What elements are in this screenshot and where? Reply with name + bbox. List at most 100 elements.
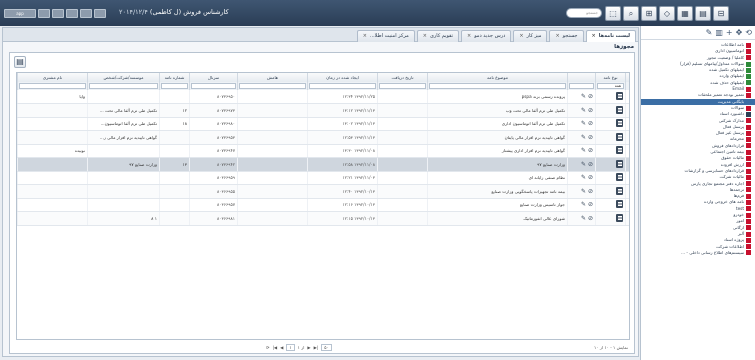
column-header[interactable]: تاریخ دریافت [377,73,428,82]
search-input[interactable]: جستجو [566,8,602,18]
refresh-icon[interactable]: ⟲ [745,28,752,37]
attachment-icon[interactable]: ⊘ ✎ [581,201,593,208]
received-date-cell [377,157,428,172]
filter-input[interactable] [309,83,376,89]
column-header[interactable] [567,73,596,82]
organization-cell: تکمیل طی ترم آلفا اتوماسیون... [87,117,160,131]
column-header[interactable]: شماره نامه [159,73,190,82]
table-row[interactable]: ۹ ⊘ ✎ جواز تاسیس وزارت صنایع ۱۳۹۲/۱۰/۱۳ ۱۲:… [17,198,629,212]
table-row[interactable]: ۸ ⊘ ✎ بیمه نامه تجهیزات پاسخگویی وزارت صنا… [17,184,629,199]
folder-item[interactable]: سیستم‌های اطلاع رسانی داخلی - ... [641,250,755,256]
grid-icon[interactable]: ⊞ [641,6,657,21]
close-icon[interactable]: × [592,31,596,42]
subject-cell[interactable]: جواز تاسیس وزارت صنایع [427,198,568,212]
margin-cell [237,157,308,172]
subject-cell[interactable]: وزارت صنایع ۹۷ [427,157,568,172]
attachment-icon[interactable]: ⊘ ✎ [581,107,593,114]
refresh-icon[interactable]: ⟳ [266,345,270,350]
subject-cell[interactable]: گواهی تاییدیه نرم افزار اداری پیشتاز [427,144,568,158]
filter-input[interactable] [161,83,188,89]
table-row[interactable]: ۱ ⊘ ✎ پرونده رسمی برند pspa ۱۳۹۲/۱۱/۲۵ ۱۲:۳… [17,90,629,104]
close-icon[interactable]: × [555,31,559,42]
view-icon[interactable]: ▥ [715,28,723,37]
table-row[interactable]: ۴ ⊘ ✎ گواهی تاییدیه نرم افزار مالی پایتان ۱… [17,130,629,145]
filter-input[interactable] [379,83,426,89]
column-header[interactable]: نوع نامه [595,73,626,82]
settings-icon[interactable]: ⊟ [713,6,729,21]
close-icon[interactable]: × [423,31,427,42]
organization-cell [87,144,160,158]
tab-5[interactable]: تقویم کاری × [416,30,460,42]
table-row[interactable]: ۱۰ ⊘ ✎ شوراى عالی انفورماتیک ۱۳۹۲/۱۰/۱۳ ۱۲:… [17,211,629,226]
filter-input[interactable]: همه [597,83,624,89]
tag-icon[interactable]: ◇ [659,6,675,21]
column-header[interactable]: سرنال [189,73,238,82]
filter-input[interactable] [89,83,158,89]
tab-2[interactable]: جستجو × [549,30,584,42]
subject-cell[interactable]: بیمه نامه تجهیزات پاسخگویی وزارت صنایع [427,184,568,199]
column-header[interactable]: هامش [237,73,308,82]
filter-input[interactable] [429,83,566,89]
panel-title: مجوزها [614,44,634,50]
column-header[interactable]: نام مشتری [17,73,88,82]
subject-cell[interactable]: شوراى عالی انفورماتیک [427,211,568,226]
table-row[interactable]: ۵ ⊘ ✎ گواهی تاییدیه نرم افزار اداری پیشتاز… [17,144,629,158]
column-header[interactable]: ایجاد شده در زمان [307,73,378,82]
attachment-icon[interactable]: ⊘ ✎ [581,215,593,222]
tab-6[interactable]: مرکز امنیت اطلا... × [356,30,415,42]
last-page-icon[interactable]: ▶| [314,345,319,350]
window-button-1[interactable]: app [4,9,36,18]
move-icon[interactable]: ✥ [736,28,743,37]
attachment-icon[interactable]: ⊘ ✎ [581,120,593,127]
column-header[interactable] [625,73,629,82]
page-size-select[interactable]: ۵۰ [321,344,332,351]
window-button-2[interactable] [38,9,50,18]
attachment-icon[interactable]: ⊘ ✎ [581,188,593,195]
tab-3[interactable]: میز کار × [513,30,548,42]
prev-page-icon[interactable]: ◀ [280,345,283,350]
attachment-icon[interactable]: ⊘ ✎ [581,147,593,154]
filter-input[interactable] [239,83,306,89]
table-row[interactable]: ۳ ⊘ ✎ تکمیل طی ترم آلفا اتوماسیون اداری ۱۳۹… [17,117,629,131]
customer-cell [17,103,88,118]
column-header[interactable]: موضوع نامه [427,73,568,82]
close-icon[interactable]: × [467,31,471,42]
table-row[interactable]: ۶ ⊘ ✎ وزارت صنایع ۹۷ ۱۳۹۲/۱۱/۰۸ ۱۲:۵۸ ۸۰۷۳۶۹… [17,157,629,172]
created-date-cell: ۱۳۹۲/۱۱/۱۳ ۱۲:۵۳ [307,130,378,145]
next-page-icon[interactable]: ▶ [307,345,310,350]
add-icon[interactable]: + [726,28,733,37]
subject-cell[interactable]: نظام صنفی رایانه ای [427,171,568,185]
attachment-icons: ⊘ ✎ [567,157,596,172]
filter-input[interactable] [19,83,86,89]
table-row[interactable]: ۷ ⊘ ✎ نظام صنفی رایانه ای ۱۳۹۲/۱۱/۰۳ ۱۲:۲۱ ۸… [17,171,629,185]
calendar-icon[interactable]: ▦ [677,6,693,21]
attachment-icon[interactable]: ⊘ ✎ [581,161,593,168]
filter-input[interactable] [191,83,236,89]
attachment-icon[interactable]: ⊘ ✎ [581,134,593,141]
close-icon[interactable]: × [519,31,523,42]
archive-icon[interactable]: ▤ [695,6,711,21]
new-document-button[interactable]: ▤ [14,56,26,68]
close-icon[interactable]: × [363,31,367,42]
window-icon[interactable]: ⬚ [605,6,621,21]
window-button-4[interactable] [66,9,78,18]
window-button-5[interactable] [80,9,92,18]
subject-cell[interactable]: گواهی تاییدیه نرم افزار مالی پایتان [427,130,568,145]
tab-4[interactable]: درس جدید دمو × [461,30,512,42]
subject-cell[interactable]: تکمیل طی ترم آلفا مالی تحت وب [427,103,568,118]
filter-input[interactable] [569,83,594,89]
first-page-icon[interactable]: |◀ [273,345,278,350]
attachment-icon[interactable]: ⊘ ✎ [581,174,593,181]
serial-cell: ۸۰۳۶۶۹۸۱ [189,211,238,226]
table-row[interactable]: ۲ ⊘ ✎ تکمیل طی ترم آلفا مالی تحت وب ۱۳۹۲/۱۱… [17,103,629,118]
subject-cell[interactable]: پرونده رسمی برند pspa [427,90,568,104]
subject-cell[interactable]: تکمیل طی ترم آلفا اتوماسیون اداری [427,117,568,131]
window-button-6[interactable] [94,9,106,18]
page-input[interactable]: ۱ [286,344,295,351]
search-icon[interactable]: ⌕ [623,6,639,21]
window-button-3[interactable] [52,9,64,18]
edit-icon[interactable]: ✎ [706,28,713,37]
column-header[interactable]: موسسه/شرکت/شخص [87,73,160,82]
tab-1[interactable]: لیست نامه‌ها × [585,30,636,42]
attachment-icon[interactable]: ⊘ ✎ [581,93,593,100]
